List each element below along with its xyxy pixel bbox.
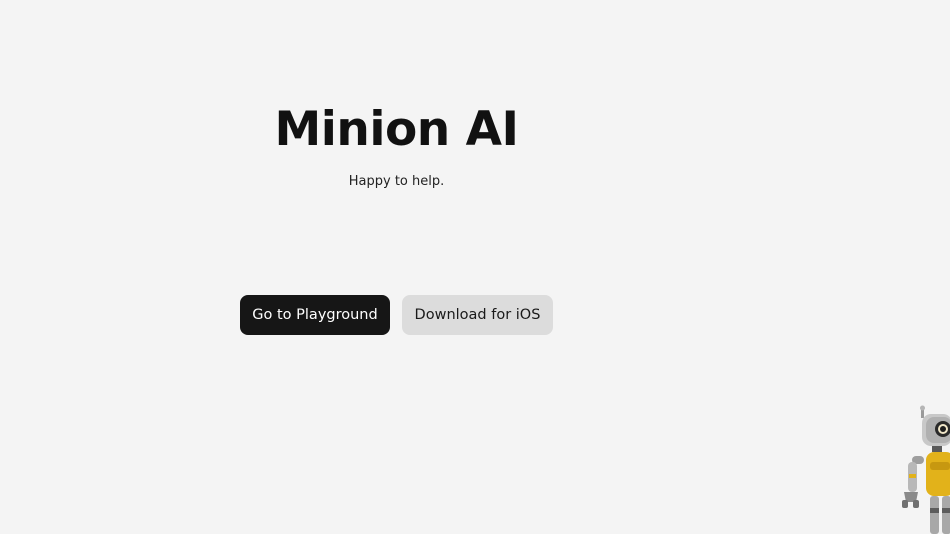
page-title: Minion AI	[274, 102, 519, 157]
robot-mascot-icon	[902, 405, 950, 534]
landing-page: Minion AI Happy to help. Go to Playgroun…	[0, 0, 950, 534]
download-ios-button[interactable]: Download for iOS	[402, 295, 553, 335]
page-subtitle: Happy to help.	[348, 174, 445, 189]
go-to-playground-button[interactable]: Go to Playground	[240, 295, 390, 335]
